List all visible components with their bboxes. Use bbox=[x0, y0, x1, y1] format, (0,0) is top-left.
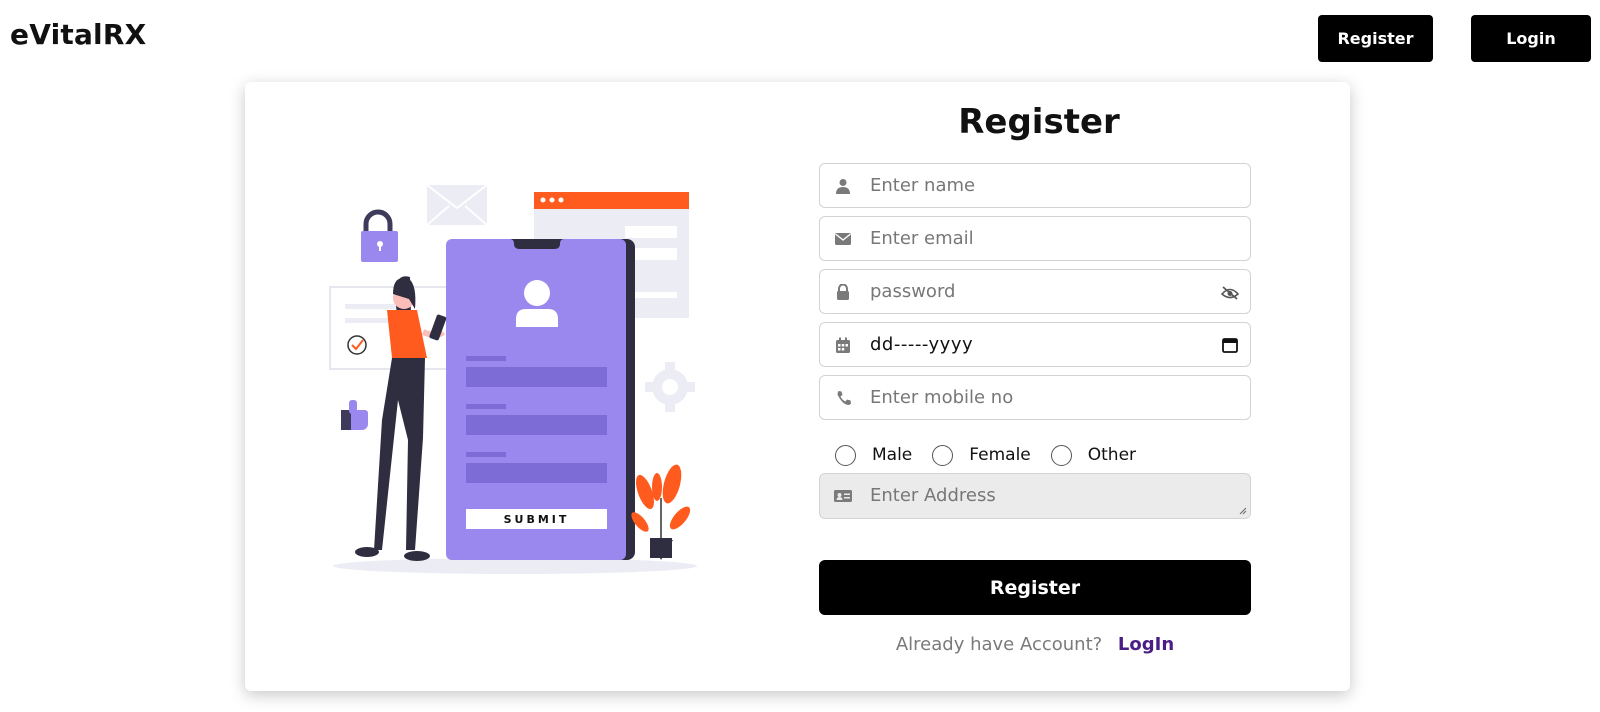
envelope-icon bbox=[820, 217, 866, 260]
address-input[interactable] bbox=[866, 474, 1250, 518]
female-radio[interactable] bbox=[932, 444, 954, 466]
mobile-input[interactable] bbox=[866, 376, 1250, 419]
nav-register-button[interactable]: Register bbox=[1318, 15, 1433, 62]
phone-icon bbox=[820, 376, 866, 419]
login-prompt-text: Already have Account? bbox=[895, 634, 1103, 655]
calendar-picker-icon[interactable] bbox=[1210, 323, 1250, 366]
male-radio[interactable] bbox=[835, 444, 856, 466]
password-field[interactable] bbox=[819, 269, 1251, 314]
other-radio[interactable] bbox=[1050, 444, 1072, 466]
name-field[interactable] bbox=[819, 163, 1251, 208]
gender-option-male[interactable]: Male bbox=[835, 444, 912, 466]
brand-logo[interactable]: eVitalRX bbox=[10, 18, 146, 51]
gender-radio-group: Male Female Other bbox=[835, 440, 1156, 470]
id-card-icon bbox=[820, 474, 866, 518]
password-input[interactable] bbox=[866, 270, 1210, 313]
login-prompt: Already have Account? LogIn bbox=[819, 634, 1251, 655]
top-navbar: eVitalRX Register Login bbox=[0, 0, 1600, 76]
mobile-field[interactable] bbox=[819, 375, 1251, 420]
dob-input[interactable]: dd-----yyyy bbox=[866, 334, 1210, 355]
login-link[interactable]: LogIn bbox=[1118, 634, 1174, 655]
register-illustration: SUBMIT bbox=[329, 184, 697, 574]
lock-icon bbox=[820, 270, 866, 313]
form-title: Register bbox=[958, 102, 1120, 142]
name-input[interactable] bbox=[866, 164, 1250, 207]
nav-login-button[interactable]: Login bbox=[1471, 15, 1591, 62]
email-input[interactable] bbox=[866, 217, 1250, 260]
gender-option-other[interactable]: Other bbox=[1050, 444, 1136, 466]
email-field[interactable] bbox=[819, 216, 1251, 261]
register-card: SUBMIT Register Enter name Enter email d… bbox=[245, 82, 1350, 691]
address-field[interactable] bbox=[819, 473, 1251, 519]
eye-slash-icon[interactable] bbox=[1210, 270, 1250, 313]
male-label[interactable]: Male bbox=[872, 445, 912, 465]
female-label[interactable]: Female bbox=[969, 445, 1030, 465]
gender-option-female[interactable]: Female bbox=[932, 444, 1031, 466]
calendar-icon bbox=[820, 323, 866, 366]
dob-field[interactable]: dd-----yyyy bbox=[819, 322, 1251, 367]
resize-grip-icon[interactable] bbox=[1239, 507, 1247, 515]
other-label[interactable]: Other bbox=[1088, 445, 1136, 465]
illustration-submit-text: SUBMIT bbox=[504, 513, 570, 526]
register-submit-button[interactable]: Register bbox=[819, 560, 1251, 615]
user-icon bbox=[820, 164, 866, 207]
